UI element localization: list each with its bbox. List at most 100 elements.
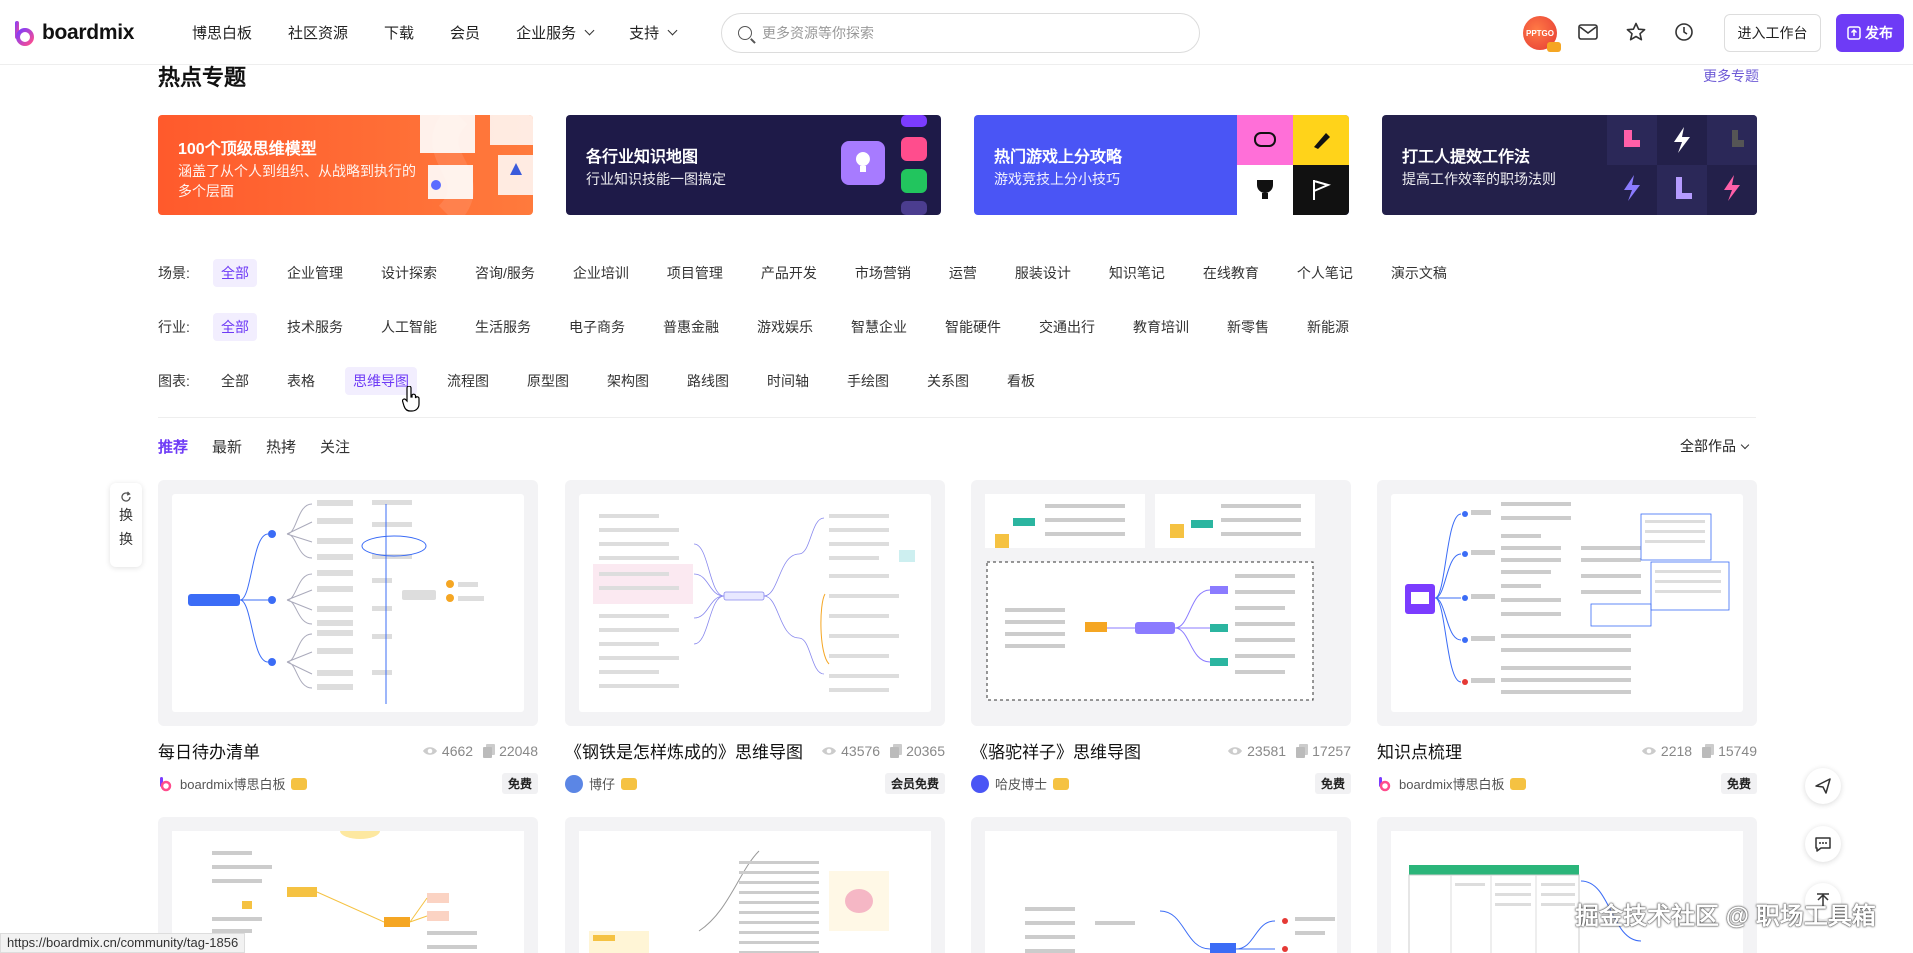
template-card[interactable]: 《钢铁是怎样炼成的》思维导图 43576 20365 博仔 会员免费 (565, 480, 945, 794)
scene-filter-item[interactable]: 项目管理 (659, 259, 731, 287)
chart-filter-item[interactable]: 手绘图 (839, 367, 897, 395)
refresh-label: 换 (119, 507, 133, 523)
scene-filter-item[interactable]: 设计探索 (373, 259, 445, 287)
template-card-thumbnail[interactable] (971, 817, 1351, 953)
scene-filter-item[interactable]: 知识笔记 (1101, 259, 1173, 287)
industry-filter-item[interactable]: 智慧企业 (843, 313, 915, 341)
industry-filter-item[interactable]: 智能硬件 (937, 313, 1009, 341)
industry-filter-item[interactable]: 交通出行 (1031, 313, 1103, 341)
chart-filter-item[interactable]: 关系图 (919, 367, 977, 395)
nav-item-community[interactable]: 社区资源 (288, 22, 348, 43)
banner-title: 100个顶级思维模型 (178, 141, 317, 158)
author-badge-icon (621, 777, 638, 790)
nav-item-download[interactable]: 下载 (384, 22, 414, 43)
card-thumbnail[interactable] (1377, 480, 1757, 726)
scene-filter-item[interactable]: 企业管理 (279, 259, 351, 287)
scene-filter-item[interactable]: 个人笔记 (1289, 259, 1361, 287)
search-bar[interactable] (721, 13, 1200, 53)
chart-filter-item[interactable]: 表格 (279, 367, 323, 395)
card-author[interactable]: boardmix博思白板 (158, 774, 308, 793)
eye-icon (1641, 746, 1656, 755)
chart-filter-item[interactable]: 原型图 (519, 367, 577, 395)
industry-filter-item[interactable]: 教育培训 (1125, 313, 1197, 341)
nav-item-membership[interactable]: 会员 (450, 22, 480, 43)
chart-filter-item[interactable]: 看板 (999, 367, 1043, 395)
card-thumbnail[interactable] (158, 480, 538, 726)
scene-filter-item[interactable]: 市场营销 (847, 259, 919, 287)
industry-filter-item[interactable]: 普惠金融 (655, 313, 727, 341)
scene-filter-item[interactable]: 企业培训 (565, 259, 637, 287)
card-title[interactable]: 《骆驼祥子》思维导图 (971, 738, 1141, 763)
industry-filter-item[interactable]: 新零售 (1219, 313, 1277, 341)
topic-banner-game-tips[interactable]: 热门游戏上分攻略 游戏竞技上分小技巧 (974, 115, 1349, 215)
nav-item-whiteboard[interactable]: 博思白板 (192, 22, 252, 43)
tab-hot[interactable]: 热拷 (266, 436, 296, 457)
history-clock-icon[interactable] (1672, 20, 1696, 44)
scene-filter-row: 场景: 全部 企业管理 设计探索 咨询/服务 企业培训 项目管理 产品开发 市场… (158, 259, 1477, 287)
scene-filter-item[interactable]: 咨询/服务 (467, 259, 543, 287)
scene-filter-item[interactable]: 演示文稿 (1383, 259, 1455, 287)
user-avatar[interactable]: PPTGO (1523, 16, 1561, 52)
chart-filter-item[interactable]: 架构图 (599, 367, 657, 395)
nav-item-support[interactable]: 支持 (629, 22, 678, 43)
star-icon[interactable] (1624, 20, 1648, 44)
mindmap-preview (579, 831, 931, 953)
chart-filter-item[interactable]: 流程图 (439, 367, 497, 395)
more-topics-link[interactable]: 更多专题 (1703, 66, 1759, 86)
main-nav: 博思白板 社区资源 下载 会员 企业服务 支持 (192, 22, 712, 43)
brand-logo[interactable]: boardmix (14, 20, 134, 46)
scene-filter-item[interactable]: 在线教育 (1195, 259, 1267, 287)
tab-recommended[interactable]: 推荐 (158, 436, 188, 457)
author-badge-icon (1510, 777, 1527, 790)
industry-filter-item[interactable]: 生活服务 (467, 313, 539, 341)
tab-latest[interactable]: 最新 (212, 436, 242, 457)
card-title[interactable]: 每日待办清单 (158, 738, 260, 763)
nav-item-enterprise[interactable]: 企业服务 (516, 22, 595, 43)
card-author[interactable]: 博仔 (565, 774, 638, 793)
chart-filter-label: 图表: (158, 373, 190, 389)
feedback-button[interactable] (1805, 826, 1841, 862)
card-author[interactable]: boardmix博思白板 (1377, 774, 1527, 793)
mindmap-preview (985, 494, 1337, 712)
industry-filter-item[interactable]: 电子商务 (561, 313, 633, 341)
industry-filter-item[interactable]: 技术服务 (279, 313, 351, 341)
nav-label: 企业服务 (516, 25, 577, 42)
card-author[interactable]: 哈皮博士 (971, 774, 1070, 793)
card-thumbnail[interactable] (565, 480, 945, 726)
enter-workspace-button[interactable]: 进入工作台 (1724, 14, 1821, 52)
industry-filter-item[interactable]: 游戏娱乐 (749, 313, 821, 341)
card-title[interactable]: 《钢铁是怎样炼成的》思维导图 (565, 738, 803, 763)
topic-banner-thinking-models[interactable]: 100个顶级思维模型 涵盖了从个人到组织、从战略到执行的多个层面 (158, 115, 533, 215)
copy-icon (483, 743, 496, 758)
industry-filter-item[interactable]: 人工智能 (373, 313, 445, 341)
scene-filter-item[interactable]: 运营 (941, 259, 985, 287)
chart-filter-item[interactable]: 路线图 (679, 367, 737, 395)
search-input[interactable] (762, 25, 1162, 41)
share-button[interactable] (1805, 768, 1841, 804)
topic-banner-work-efficiency[interactable]: 打工人提效工作法 提高工作效率的职场法则 (1382, 115, 1757, 215)
template-card[interactable]: 《骆驼祥子》思维导图 23581 17257 哈皮博士 免费 (971, 480, 1351, 794)
chevron-down-icon (667, 25, 678, 36)
card-title[interactable]: 知识点梳理 (1377, 738, 1462, 763)
topic-banner-industry-maps[interactable]: 各行业知识地图 行业知识技能一图搞定 (566, 115, 941, 215)
publish-button[interactable]: 发布 (1836, 14, 1904, 52)
all-works-dropdown[interactable]: 全部作品 (1680, 436, 1750, 456)
card-thumbnail[interactable] (971, 480, 1351, 726)
scene-filter-item[interactable]: 产品开发 (753, 259, 825, 287)
banner-subtitle: 游戏竞技上分小技巧 (994, 171, 1120, 187)
industry-filter-item[interactable]: 新能源 (1299, 313, 1357, 341)
nav-label: 社区资源 (288, 25, 349, 42)
template-card-thumbnail[interactable] (565, 817, 945, 953)
template-card[interactable]: 知识点梳理 2218 15749 boardmix博思白板 免费 (1377, 480, 1757, 794)
refresh-widget[interactable]: 换 换 (110, 483, 142, 567)
tab-following[interactable]: 关注 (320, 436, 350, 457)
chart-filter-item[interactable]: 全部 (213, 367, 257, 395)
view-count: 2218 (1660, 742, 1693, 759)
template-card-thumbnail[interactable] (1377, 817, 1757, 953)
template-card[interactable]: 每日待办清单 4662 22048 boardmix博思白板 免费 (158, 480, 538, 794)
industry-filter-item[interactable]: 全部 (213, 313, 257, 341)
mail-icon[interactable] (1576, 20, 1600, 44)
scene-filter-item[interactable]: 服装设计 (1007, 259, 1079, 287)
scene-filter-item[interactable]: 全部 (213, 259, 257, 287)
chart-filter-item[interactable]: 时间轴 (759, 367, 817, 395)
